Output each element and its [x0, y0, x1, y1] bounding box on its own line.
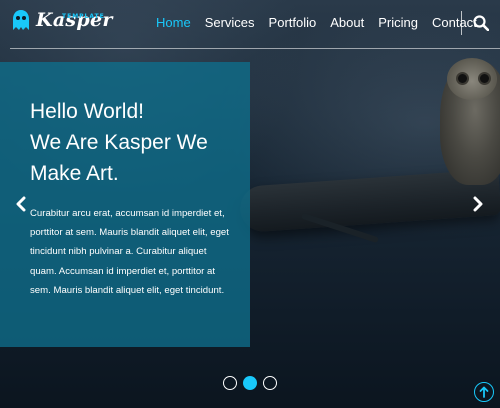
logo[interactable]: Kasper TEMPLATE — [12, 9, 113, 31]
slider-dot[interactable] — [263, 376, 277, 390]
brand-tag: TEMPLATE — [62, 13, 105, 20]
arrow-right-icon[interactable] — [471, 196, 485, 212]
hero-description: Curabitur arcu erat, accumsan id imperdi… — [30, 208, 229, 296]
nav-home[interactable]: Home — [156, 15, 191, 30]
nav-pricing[interactable]: Pricing — [378, 15, 418, 30]
owl-eye — [478, 72, 491, 85]
site-header: Kasper TEMPLATE Home Services Portfolio … — [0, 0, 500, 48]
slider-dot[interactable] — [223, 376, 237, 390]
scroll-top-button[interactable] — [474, 382, 494, 402]
nav-contact[interactable]: Contact — [432, 15, 477, 30]
hero-title: Hello World! We Are Kasper We Make Art. — [30, 96, 240, 189]
hero-title-line: Hello World! — [30, 100, 144, 123]
search-icon[interactable] — [473, 15, 489, 31]
slider-dots — [223, 376, 277, 390]
nav-portfolio[interactable]: Portfolio — [269, 15, 317, 30]
main-nav: Home Services Portfolio About Pricing Co… — [156, 15, 491, 30]
nav-about[interactable]: About — [330, 15, 364, 30]
ghost-logo-icon — [13, 10, 29, 30]
nav-services[interactable]: Services — [205, 15, 255, 30]
arrow-left-icon[interactable] — [14, 196, 28, 212]
hero-title-line: Make Art. — [30, 162, 119, 185]
hero-title-line: We Are Kasper We — [30, 131, 208, 154]
header-divider — [10, 48, 500, 49]
slider-dot-active[interactable] — [243, 376, 257, 390]
nav-divider — [461, 11, 462, 35]
owl-eye — [456, 72, 469, 85]
arrow-up-icon — [479, 386, 489, 398]
